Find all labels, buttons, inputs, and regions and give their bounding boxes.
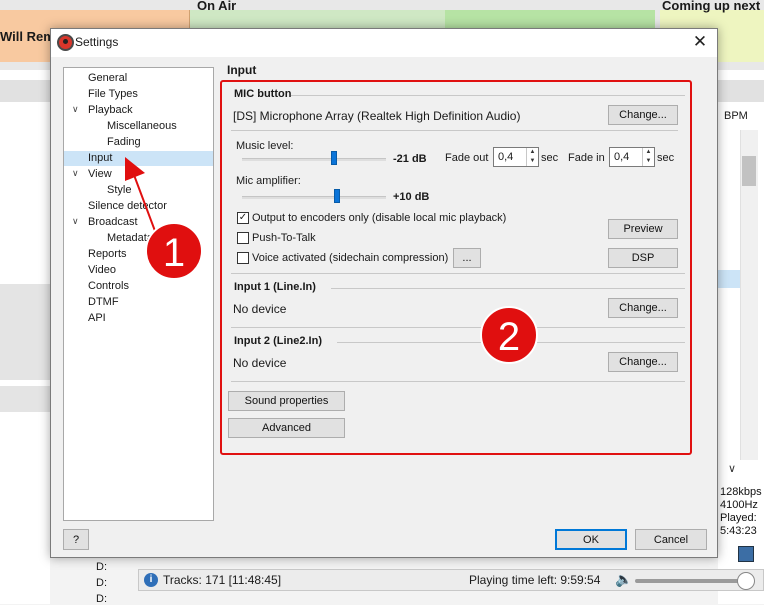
playlist-header-band [718, 80, 764, 102]
drive-label: D: [96, 577, 107, 589]
annotation-arrow [125, 157, 156, 232]
selected-row[interactable] [718, 270, 740, 288]
stream-bitrate: 128kbps [720, 486, 762, 498]
coming-up-label: Coming up next [662, 0, 761, 13]
drive-label: D: [96, 561, 107, 573]
playlist-header-band [0, 80, 50, 102]
volume-slider[interactable] [635, 579, 745, 583]
volume-knob[interactable] [737, 572, 755, 590]
scroll-down-icon[interactable]: ∨ [728, 462, 736, 475]
scrollbar-thumb[interactable] [742, 156, 756, 186]
playlist-band [0, 386, 50, 412]
playing-time-left: Playing time left: 9:59:54 [469, 573, 601, 587]
current-track-title: Will Rem [0, 29, 55, 44]
stream-samplerate: 4100Hz [720, 499, 758, 511]
played-label: Played: [720, 512, 757, 524]
tracks-count: Tracks: 171 [11:48:45] [163, 573, 282, 587]
settings-dialog: Settings ✕ General File Types Playback ∨ Mis… [50, 28, 718, 558]
drive-label: D: [96, 593, 107, 605]
playlist-band [0, 284, 50, 380]
step-marker-1: 1 [145, 222, 203, 280]
download-icon[interactable] [738, 546, 754, 562]
speaker-icon[interactable]: 🔈 [615, 571, 632, 588]
arrow-line [133, 174, 156, 232]
played-time: 5:43:23 [720, 525, 757, 537]
on-air-label: On Air [197, 0, 237, 13]
step-marker-2: 2 [480, 306, 538, 364]
status-bar: i Tracks: 171 [11:48:45] Playing time le… [138, 569, 764, 591]
info-icon: i [144, 573, 158, 587]
bpm-column-header[interactable]: BPM [724, 110, 748, 122]
